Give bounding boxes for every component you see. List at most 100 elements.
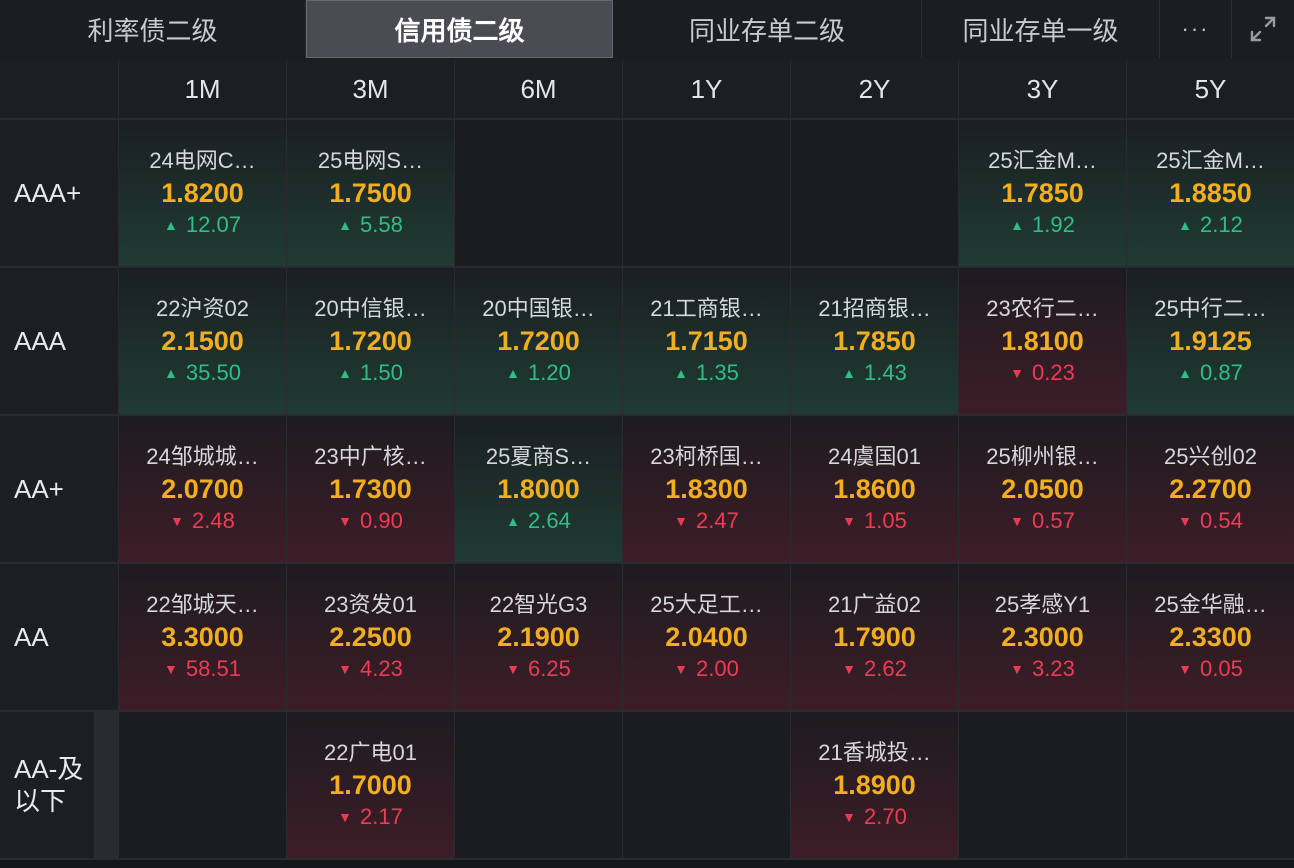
triangle-down-icon: ▼	[338, 513, 353, 529]
bond-cell[interactable]: 25金华融… 2.3300 ▼ 0.05	[1127, 564, 1294, 712]
bond-change: ▼ 6.25	[506, 654, 571, 684]
bond-cell[interactable]: 25兴创02 2.2700 ▼ 0.54	[1127, 416, 1294, 564]
change-value: 2.12	[1200, 212, 1243, 237]
change-value: 0.90	[360, 508, 403, 533]
change-value: 0.57	[1032, 508, 1075, 533]
tab-4[interactable]: 同业存单一级	[922, 0, 1160, 58]
change-value: 0.87	[1200, 360, 1243, 385]
bond-cell[interactable]: 25夏商S… 1.8000 ▲ 2.64	[455, 416, 622, 564]
bond-cell[interactable]: 25大足工… 2.0400 ▼ 2.00	[623, 564, 790, 712]
triangle-up-icon: ▲	[164, 217, 178, 233]
bond-rate: 2.0500	[1001, 474, 1084, 504]
column-header-6m[interactable]: 6M	[455, 60, 622, 120]
bond-change: ▼ 4.23	[338, 654, 403, 684]
bond-name: 24虞国01	[828, 444, 921, 469]
bond-cell[interactable]: 23柯桥国… 1.8300 ▼ 2.47	[623, 416, 790, 564]
change-value: 1.92	[1032, 212, 1075, 237]
change-value: 2.00	[696, 656, 739, 681]
change-value: 12.07	[185, 212, 241, 237]
bond-change: ▲ 1.50	[338, 358, 403, 388]
bond-cell[interactable]: 22沪资02 2.1500 ▲ 35.50	[119, 268, 286, 416]
bond-rate: 1.7850	[833, 326, 916, 356]
bond-cell[interactable]: 21招商银… 1.7850 ▲ 1.43	[791, 268, 958, 416]
change-value: 1.43	[864, 360, 907, 385]
column-header-1y[interactable]: 1Y	[623, 60, 790, 120]
bond-change: ▼ 2.47	[674, 506, 739, 536]
bond-cell[interactable]: 23资发01 2.2500 ▼ 4.23	[287, 564, 454, 712]
expand-icon	[1250, 16, 1276, 42]
bond-name: 20中国银…	[482, 296, 595, 321]
triangle-down-icon: ▼	[338, 809, 353, 825]
bond-cell[interactable]: 24虞国01 1.8600 ▼ 1.05	[791, 416, 958, 564]
bond-cell[interactable]: 21香城投… 1.8900 ▼ 2.70	[791, 712, 958, 860]
triangle-down-icon: ▼	[842, 661, 857, 677]
bond-cell[interactable]: 21工商银… 1.7150 ▲ 1.35	[623, 268, 790, 416]
triangle-down-icon: ▼	[1010, 513, 1025, 529]
triangle-up-icon: ▲	[338, 217, 353, 233]
bond-cell[interactable]: 24邹城城… 2.0700 ▼ 2.48	[119, 416, 286, 564]
change-value: 4.23	[360, 656, 403, 681]
bond-rate: 1.8100	[1001, 326, 1084, 356]
triangle-down-icon: ▼	[1178, 513, 1193, 529]
bond-rate: 2.3300	[1169, 622, 1252, 652]
bond-cell[interactable]: 20中国银… 1.7200 ▲ 1.20	[455, 268, 622, 416]
bond-cell[interactable]: 20中信银… 1.7200 ▲ 1.50	[287, 268, 454, 416]
bond-name: 21广益02	[828, 592, 921, 617]
triangle-up-icon: ▲	[842, 365, 857, 381]
row-label: AA-及以下	[0, 712, 94, 860]
empty-cell	[623, 120, 790, 268]
column-header-3y[interactable]: 3Y	[959, 60, 1126, 120]
bond-change: ▼ 2.00	[674, 654, 739, 684]
bond-cell[interactable]: 22智光G3 2.1900 ▼ 6.25	[455, 564, 622, 712]
bond-cell[interactable]: 25电网S… 1.7500 ▲ 5.58	[287, 120, 454, 268]
bond-cell[interactable]: 25汇金M… 1.7850 ▲ 1.92	[959, 120, 1126, 268]
column-header-1m[interactable]: 1M	[119, 60, 286, 120]
empty-cell	[455, 120, 622, 268]
bond-cell[interactable]: 25柳州银… 2.0500 ▼ 0.57	[959, 416, 1126, 564]
corner-header	[0, 60, 118, 120]
column-header-2y[interactable]: 2Y	[791, 60, 958, 120]
triangle-down-icon: ▼	[674, 513, 689, 529]
bond-rate: 1.8900	[833, 770, 916, 800]
tab-2[interactable]: 信用债二级	[306, 0, 613, 58]
change-value: 2.17	[360, 804, 403, 829]
tab-3[interactable]: 同业存单二级	[613, 0, 922, 58]
triangle-up-icon: ▲	[506, 365, 521, 381]
bond-name: 20中信银…	[314, 296, 427, 321]
bond-change: ▲ 12.07	[164, 210, 241, 240]
bond-change: ▼ 0.54	[1178, 506, 1243, 536]
bond-change: ▼ 0.23	[1010, 358, 1075, 388]
empty-cell	[119, 712, 286, 860]
column-header-5y[interactable]: 5Y	[1127, 60, 1294, 120]
bond-cell[interactable]: 23中广核… 1.7300 ▼ 0.90	[287, 416, 454, 564]
bond-change: ▲ 35.50	[164, 358, 241, 388]
bond-name: 25电网S…	[317, 148, 424, 173]
triangle-down-icon: ▼	[170, 513, 185, 529]
bond-cell[interactable]: 25中行二… 1.9125 ▲ 0.87	[1127, 268, 1294, 416]
triangle-down-icon: ▼	[338, 661, 353, 677]
more-tabs-button[interactable]: ···	[1160, 0, 1232, 58]
bond-name: 23柯桥国…	[650, 444, 763, 469]
change-value: 35.50	[185, 360, 241, 385]
bond-rate: 1.8200	[161, 178, 244, 208]
change-value: 0.05	[1200, 656, 1243, 681]
change-value: 0.54	[1200, 508, 1243, 533]
tab-bar: 利率债二级 信用债二级 同业存单二级 同业存单一级 ···	[0, 0, 1294, 61]
bond-cell[interactable]: 25汇金M… 1.8850 ▲ 2.12	[1127, 120, 1294, 268]
bond-name: 25兴创02	[1164, 444, 1257, 469]
bond-cell[interactable]: 25孝感Y1 2.3000 ▼ 3.23	[959, 564, 1126, 712]
bond-name: 25汇金M…	[1156, 148, 1265, 173]
bond-cell[interactable]: 21广益02 1.7900 ▼ 2.62	[791, 564, 958, 712]
expand-button[interactable]	[1232, 0, 1294, 58]
triangle-down-icon: ▼	[842, 809, 857, 825]
tab-1[interactable]: 利率债二级	[0, 0, 306, 58]
bond-cell[interactable]: 24电网C… 1.8200 ▲ 12.07	[119, 120, 286, 268]
triangle-down-icon: ▼	[674, 661, 689, 677]
bond-cell[interactable]: 23农行二… 1.8100 ▼ 0.23	[959, 268, 1126, 416]
bond-cell[interactable]: 22邹城天… 3.3000 ▼ 58.51	[119, 564, 286, 712]
bond-name: 24电网C…	[149, 148, 256, 173]
column-header-3m[interactable]: 3M	[287, 60, 454, 120]
triangle-down-icon: ▼	[1010, 365, 1025, 381]
change-value: 1.50	[360, 360, 403, 385]
bond-cell[interactable]: 22广电01 1.7000 ▼ 2.17	[287, 712, 454, 860]
